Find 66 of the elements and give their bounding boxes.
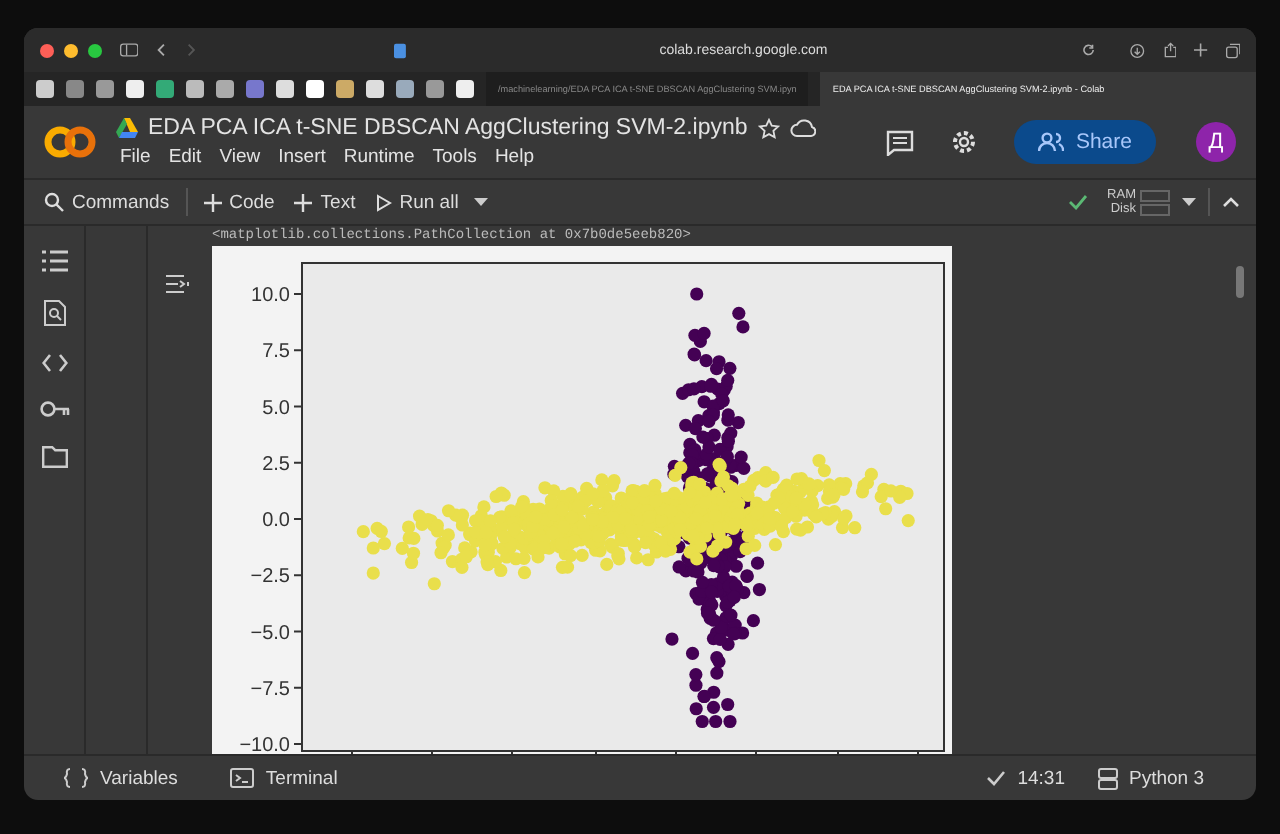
toolbar-button[interactable]: Code bbox=[199, 191, 279, 213]
terminal-icon bbox=[229, 768, 254, 788]
server-icon bbox=[1097, 767, 1117, 789]
output-toggle-icon[interactable] bbox=[166, 274, 190, 294]
play-icon bbox=[375, 193, 392, 211]
settings-icon[interactable] bbox=[949, 128, 978, 156]
drive-icon bbox=[116, 118, 138, 138]
comment-icon[interactable] bbox=[885, 129, 914, 155]
dropdown-caret-icon[interactable] bbox=[474, 198, 489, 206]
cloud-icon[interactable] bbox=[789, 118, 816, 138]
document-icon bbox=[393, 39, 406, 61]
table-of-contents-icon[interactable] bbox=[41, 250, 67, 272]
toolbar-button[interactable]: Run all bbox=[371, 191, 463, 213]
menu-item[interactable]: Runtime bbox=[343, 146, 415, 168]
axis-tick-label: 5.0 bbox=[262, 397, 290, 420]
share-button[interactable]: Share bbox=[1013, 120, 1156, 164]
ram-meter bbox=[1140, 189, 1170, 201]
axis-tick-label: 10.0 bbox=[251, 285, 290, 307]
plus-icon bbox=[294, 193, 313, 211]
folder-icon[interactable] bbox=[41, 446, 67, 468]
star-icon[interactable] bbox=[757, 117, 780, 139]
close-window-button[interactable] bbox=[40, 43, 54, 57]
scrollbar-thumb[interactable] bbox=[1236, 266, 1244, 298]
menu-item[interactable]: Tools bbox=[432, 146, 477, 168]
find-icon[interactable] bbox=[43, 300, 65, 326]
collapse-icon[interactable] bbox=[1222, 196, 1240, 208]
toolbar-button[interactable]: Commands bbox=[40, 191, 174, 213]
plus-icon bbox=[203, 193, 222, 211]
key-icon[interactable] bbox=[39, 400, 69, 418]
menu-item[interactable]: Edit bbox=[168, 146, 202, 168]
status-button[interactable]: Variables bbox=[52, 765, 190, 791]
menu-item[interactable]: File bbox=[120, 146, 151, 168]
notebook-title[interactable]: EDA PCA ICA t-SNE DBSCAN AggClustering SVM-2.ipynb bbox=[148, 116, 748, 140]
reload-icon[interactable] bbox=[1081, 40, 1095, 60]
tab-overview-icon[interactable] bbox=[1225, 39, 1241, 61]
axis-tick-label: 2.5 bbox=[262, 453, 290, 476]
people-icon bbox=[1037, 132, 1064, 152]
axis-tick-label: −7.5 bbox=[250, 678, 290, 701]
search-icon bbox=[44, 192, 64, 212]
code-icon[interactable] bbox=[41, 354, 67, 372]
status-button[interactable]: Terminal bbox=[217, 765, 350, 791]
colab-logo-icon[interactable] bbox=[44, 126, 96, 158]
axis-tick-label: 7.5 bbox=[262, 341, 290, 364]
axis-tick-label: −5.0 bbox=[250, 622, 290, 645]
toolbar-button[interactable]: Text bbox=[290, 191, 360, 213]
menu-item[interactable]: Insert bbox=[278, 146, 326, 168]
check-icon bbox=[985, 770, 1006, 786]
zoom-window-button[interactable] bbox=[88, 43, 102, 57]
new-tab-icon[interactable] bbox=[1194, 40, 1208, 60]
execution-time: 14:31 bbox=[1017, 767, 1065, 789]
share-icon[interactable] bbox=[1163, 38, 1177, 62]
avatar[interactable]: Д bbox=[1196, 122, 1236, 162]
axis-tick-label: 0.0 bbox=[262, 510, 290, 532]
disk-meter bbox=[1140, 203, 1170, 215]
axis-tick-label: −2.5 bbox=[250, 566, 290, 589]
braces-icon bbox=[64, 768, 88, 788]
download-icon[interactable] bbox=[1130, 39, 1146, 61]
runtime-label[interactable]: Python 3 bbox=[1129, 767, 1204, 789]
back-icon[interactable] bbox=[156, 40, 168, 60]
menu-item[interactable]: View bbox=[219, 146, 261, 168]
check-icon bbox=[1067, 194, 1088, 210]
dropdown-caret-icon[interactable] bbox=[1182, 198, 1196, 206]
axis-tick-label: −10.0 bbox=[239, 735, 290, 754]
minimize-window-button[interactable] bbox=[64, 43, 78, 57]
menu-item[interactable]: Help bbox=[494, 146, 534, 168]
sidebar-icon[interactable] bbox=[120, 40, 139, 60]
